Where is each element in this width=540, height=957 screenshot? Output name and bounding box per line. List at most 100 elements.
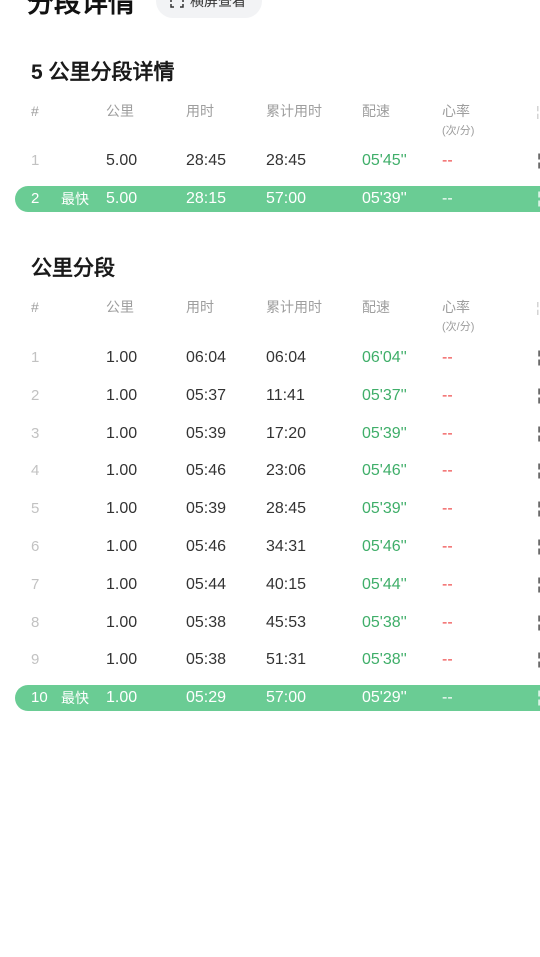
cell-heart-rate: -- xyxy=(442,613,453,631)
cell-pace: 05'38'' xyxy=(362,613,407,631)
cell-index: 1 xyxy=(31,349,40,366)
cell-cumulative: 28:45 xyxy=(266,152,307,169)
cell-time: 05:37 xyxy=(186,386,227,404)
col-time: 用时 xyxy=(186,103,214,119)
landscape-view-button[interactable]: 横屏查看 xyxy=(156,0,262,18)
cell-best-tag: 最快 xyxy=(61,191,89,207)
cell-heart-rate: -- xyxy=(442,386,453,404)
cell-heart-rate: -- xyxy=(442,575,453,593)
cell-pace: 06'04'' xyxy=(362,349,407,366)
cell-pace: 05'37'' xyxy=(362,386,407,404)
section-title-5km: 5 公里分段详情 xyxy=(31,61,175,84)
cell-cumulative: 34:31 xyxy=(266,538,307,555)
cell-time: 05:44 xyxy=(186,575,227,593)
cell-heart-rate: -- xyxy=(442,152,453,169)
cell-cumulative: 40:15 xyxy=(266,575,307,593)
cell-pace: 05'45'' xyxy=(362,152,407,169)
page-title: 分段详情 xyxy=(27,0,135,18)
cell-distance: 1.00 xyxy=(106,651,138,669)
cell-cumulative: 28:45 xyxy=(266,500,307,518)
cell-distance: 1.00 xyxy=(106,349,138,366)
cell-cumulative: 51:31 xyxy=(266,651,307,669)
cell-distance: 1.00 xyxy=(106,613,138,631)
cell-distance: 1.00 xyxy=(106,500,138,518)
col-heart-rate-unit: (次/分) xyxy=(442,321,475,333)
col-heart-rate: 心率 (次/分) xyxy=(442,103,474,139)
table-row-best[interactable]: 10 最快 1.00 05:29 57:00 05'29'' -- ¦ xyxy=(15,685,540,712)
cell-distance: 1.00 xyxy=(106,424,138,442)
cell-pace: 05'46'' xyxy=(362,462,407,480)
table-row[interactable]: 6 1.00 05:46 34:31 05'46'' -- ¦ xyxy=(0,534,540,560)
cell-time: 05:46 xyxy=(186,462,227,480)
cell-heart-rate: -- xyxy=(442,462,453,480)
cell-heart-rate: -- xyxy=(442,349,453,366)
col-cumulative: 累计用时 xyxy=(266,103,322,119)
table-row[interactable]: 7 1.00 05:44 40:15 05'44'' -- ¦ xyxy=(0,572,540,598)
cell-time: 05:38 xyxy=(186,651,227,669)
table-row[interactable]: 3 1.00 05:39 17:20 05'39'' -- ¦ xyxy=(0,421,540,447)
cell-index: 3 xyxy=(31,424,40,442)
cell-index: 7 xyxy=(31,575,40,593)
cell-index: 2 xyxy=(31,190,40,207)
col-distance: 公里 xyxy=(106,103,134,119)
cell-distance: 1.00 xyxy=(106,462,138,480)
cell-distance: 5.00 xyxy=(106,152,138,169)
cell-heart-rate: -- xyxy=(442,190,453,207)
table-row[interactable]: 4 1.00 05:46 23:06 05'46'' -- ¦ xyxy=(0,458,540,484)
cell-cumulative: 57:00 xyxy=(266,190,307,207)
col-index: # xyxy=(31,103,39,119)
cell-heart-rate: -- xyxy=(442,689,453,707)
cell-pace: 05'46'' xyxy=(362,538,407,555)
cell-distance: 1.00 xyxy=(106,689,138,707)
col-time: 用时 xyxy=(186,299,214,315)
section-title-1km: 公里分段 xyxy=(31,257,115,280)
cell-index: 1 xyxy=(31,152,40,169)
cell-pace: 05'39'' xyxy=(362,424,407,442)
cell-distance: 1.00 xyxy=(106,538,138,555)
col-cumulative: 累计用时 xyxy=(266,299,322,315)
table-row[interactable]: 2 1.00 05:37 11:41 05'37'' -- ¦ xyxy=(0,383,540,409)
col-heart-rate-label: 心率 xyxy=(442,103,470,119)
cell-heart-rate: -- xyxy=(442,500,453,518)
cell-index: 9 xyxy=(31,651,40,669)
cell-cumulative: 06:04 xyxy=(266,349,307,366)
col-index: # xyxy=(31,299,39,315)
cell-pace: 05'39'' xyxy=(362,500,407,518)
col-heart-rate-unit: (次/分) xyxy=(442,125,475,137)
table-row[interactable]: 8 1.00 05:38 45:53 05'38'' -- ¦ xyxy=(0,610,540,636)
cell-pace: 05'44'' xyxy=(362,575,407,593)
table-row[interactable]: 9 1.00 05:38 51:31 05'38'' -- ¦ xyxy=(0,647,540,673)
cell-time: 28:15 xyxy=(186,190,227,207)
table-row[interactable]: 5 1.00 05:39 28:45 05'39'' -- ¦ xyxy=(0,496,540,522)
cell-pace: 05'38'' xyxy=(362,651,407,669)
cell-time: 05:39 xyxy=(186,500,227,518)
cell-index: 6 xyxy=(31,538,40,555)
cell-cumulative: 11:41 xyxy=(266,386,305,404)
cell-cumulative: 23:06 xyxy=(266,462,307,480)
cell-index: 8 xyxy=(31,613,40,631)
table-row[interactable]: 1 1.00 06:04 06:04 06'04'' -- ¦ xyxy=(0,345,540,371)
col-extra-cutoff: ¦ xyxy=(536,103,540,119)
col-pace: 配速 xyxy=(362,103,390,119)
cell-distance: 5.00 xyxy=(106,190,138,207)
cell-heart-rate: -- xyxy=(442,424,453,442)
col-heart-rate-label: 心率 xyxy=(442,299,470,315)
expand-icon xyxy=(170,0,184,8)
cell-index: 5 xyxy=(31,500,40,518)
cell-time: 05:39 xyxy=(186,424,227,442)
cell-time: 05:38 xyxy=(186,613,227,631)
col-heart-rate: 心率 (次/分) xyxy=(442,299,474,335)
col-distance: 公里 xyxy=(106,299,134,315)
cell-index: 10 xyxy=(31,689,48,707)
table-row-best[interactable]: 2 最快 5.00 28:15 57:00 05'39'' -- ¦ xyxy=(15,186,540,212)
table-row[interactable]: 1 5.00 28:45 28:45 05'45'' -- ¦ xyxy=(0,148,540,174)
cell-pace: 05'29'' xyxy=(362,689,407,707)
cell-heart-rate: -- xyxy=(442,538,453,555)
landscape-view-label: 横屏查看 xyxy=(190,0,246,9)
cell-cumulative: 57:00 xyxy=(266,689,307,707)
cell-index: 2 xyxy=(31,386,40,404)
cell-cumulative: 17:20 xyxy=(266,424,307,442)
cell-time: 28:45 xyxy=(186,152,227,169)
cell-time: 05:46 xyxy=(186,538,227,555)
col-pace: 配速 xyxy=(362,299,390,315)
